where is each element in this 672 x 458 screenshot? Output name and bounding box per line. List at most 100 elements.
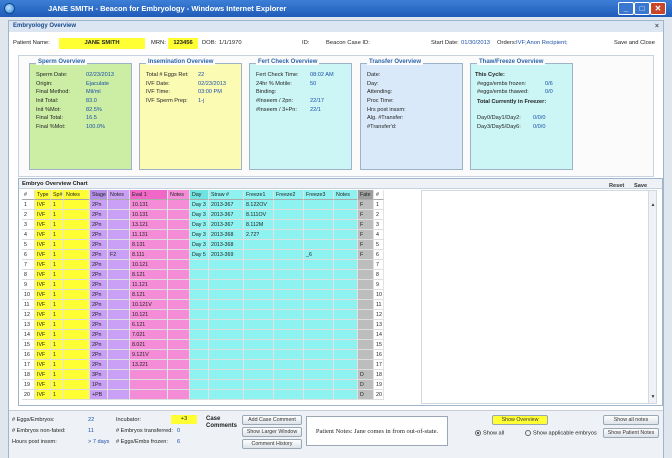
table-cell[interactable]: 1 — [51, 390, 64, 400]
table-cell[interactable] — [304, 220, 334, 230]
table-cell[interactable] — [244, 310, 274, 320]
table-cell[interactable]: IVF — [35, 370, 51, 380]
table-cell[interactable] — [209, 370, 244, 380]
table-cell[interactable] — [64, 240, 90, 250]
table-cell[interactable] — [64, 380, 90, 390]
show-overview-button[interactable]: Show Overview — [492, 415, 548, 425]
table-cell[interactable]: 6 — [22, 250, 35, 260]
table-cell[interactable]: 9 — [22, 280, 35, 290]
table-cell[interactable]: 1 — [51, 360, 64, 370]
table-cell[interactable] — [64, 220, 90, 230]
table-cell[interactable] — [244, 240, 274, 250]
table-cell[interactable] — [209, 380, 244, 390]
table-row[interactable]: 17 IVF 1 2Pn 13.221 17 — [22, 360, 384, 370]
table-cell[interactable] — [108, 300, 130, 310]
table-cell[interactable] — [244, 350, 274, 360]
table-cell[interactable] — [209, 360, 244, 370]
table-cell[interactable] — [64, 340, 90, 350]
table-cell[interactable] — [274, 240, 304, 250]
table-cell[interactable]: Day 3 — [190, 220, 209, 230]
table-cell[interactable]: 18 — [22, 370, 35, 380]
minimize-icon[interactable]: _ — [618, 2, 634, 15]
table-cell[interactable] — [334, 220, 358, 230]
table-cell[interactable]: 7.021 — [130, 330, 168, 340]
table-cell[interactable]: F — [358, 200, 374, 210]
table-cell[interactable]: 1 — [51, 370, 64, 380]
table-cell[interactable] — [190, 370, 209, 380]
table-cell[interactable] — [244, 340, 274, 350]
table-cell[interactable] — [190, 390, 209, 400]
table-cell[interactable] — [168, 230, 190, 240]
table-cell[interactable]: 2Pn — [90, 280, 108, 290]
table-cell[interactable]: 2Pn — [90, 250, 108, 260]
table-cell[interactable] — [244, 270, 274, 280]
table-cell[interactable]: 1 — [51, 310, 64, 320]
table-cell[interactable] — [244, 380, 274, 390]
table-cell[interactable]: 11.121 — [130, 280, 168, 290]
table-cell[interactable] — [244, 320, 274, 330]
table-cell[interactable]: +PB — [90, 390, 108, 400]
table-cell[interactable]: F — [358, 250, 374, 260]
table-cell[interactable] — [108, 360, 130, 370]
table-cell[interactable] — [64, 200, 90, 210]
table-row[interactable]: 3 IVF 1 2Pn 13.121 Day 3 2013-367 8.112M F 3 — [22, 220, 384, 230]
table-cell[interactable]: 2013-367 — [209, 210, 244, 220]
table-cell[interactable] — [190, 380, 209, 390]
show-all-radio-dot[interactable] — [475, 430, 481, 436]
table-cell[interactable]: 8.131 — [130, 240, 168, 250]
table-row[interactable]: 2 IVF 1 2Pn 10.131 Day 3 2013-367 8.111OV F 2 — [22, 210, 384, 220]
table-cell[interactable]: IVF — [35, 350, 51, 360]
table-cell[interactable] — [274, 320, 304, 330]
table-cell[interactable]: Day 3 — [190, 230, 209, 240]
table-cell[interactable] — [274, 250, 304, 260]
table-cell[interactable] — [274, 350, 304, 360]
table-cell[interactable] — [108, 200, 130, 210]
table-cell[interactable]: 2.72? — [244, 230, 274, 240]
table-cell[interactable] — [304, 380, 334, 390]
table-cell[interactable] — [168, 290, 190, 300]
table-cell[interactable] — [190, 270, 209, 280]
maximize-icon[interactable]: □ — [634, 2, 650, 15]
table-cell[interactable] — [274, 200, 304, 210]
table-cell[interactable] — [64, 250, 90, 260]
table-cell[interactable] — [244, 290, 274, 300]
table-cell[interactable]: 1Pn — [90, 380, 108, 390]
table-cell[interactable] — [168, 310, 190, 320]
table-cell[interactable] — [108, 320, 130, 330]
table-cell[interactable]: 16 — [374, 350, 384, 360]
table-cell[interactable]: 14 — [22, 330, 35, 340]
table-cell[interactable] — [168, 240, 190, 250]
table-cell[interactable] — [108, 240, 130, 250]
table-cell[interactable]: 1 — [51, 240, 64, 250]
table-cell[interactable] — [274, 260, 304, 270]
table-cell[interactable] — [168, 350, 190, 360]
table-cell[interactable]: IVF — [35, 220, 51, 230]
show-all-notes-button[interactable]: Show all notes — [603, 415, 659, 425]
table-cell[interactable]: 2013-369 — [209, 250, 244, 260]
table-cell[interactable]: 12 — [374, 310, 384, 320]
table-cell[interactable] — [244, 260, 274, 270]
table-cell[interactable]: 5 — [374, 240, 384, 250]
table-cell[interactable]: 12 — [22, 310, 35, 320]
table-cell[interactable]: 2Pn — [90, 270, 108, 280]
table-cell[interactable] — [334, 360, 358, 370]
table-cell[interactable] — [168, 260, 190, 270]
table-cell[interactable] — [64, 260, 90, 270]
table-row[interactable]: 19 IVF 1 1Pn D 19 — [22, 380, 384, 390]
table-cell[interactable]: 1 — [51, 340, 64, 350]
table-cell[interactable] — [64, 320, 90, 330]
table-cell[interactable]: 7 — [22, 260, 35, 270]
table-cell[interactable] — [358, 320, 374, 330]
table-cell[interactable]: 1 — [51, 210, 64, 220]
table-cell[interactable]: 20 — [374, 390, 384, 400]
table-cell[interactable]: 1 — [51, 260, 64, 270]
table-cell[interactable] — [334, 200, 358, 210]
table-cell[interactable] — [304, 320, 334, 330]
table-cell[interactable]: 2013-368 — [209, 230, 244, 240]
table-cell[interactable]: 14 — [374, 330, 384, 340]
table-cell[interactable] — [358, 280, 374, 290]
table-cell[interactable] — [190, 350, 209, 360]
show-larger-window-button[interactable]: Show Larger Window — [242, 427, 302, 437]
table-cell[interactable] — [190, 290, 209, 300]
table-cell[interactable]: 6.121 — [130, 320, 168, 330]
